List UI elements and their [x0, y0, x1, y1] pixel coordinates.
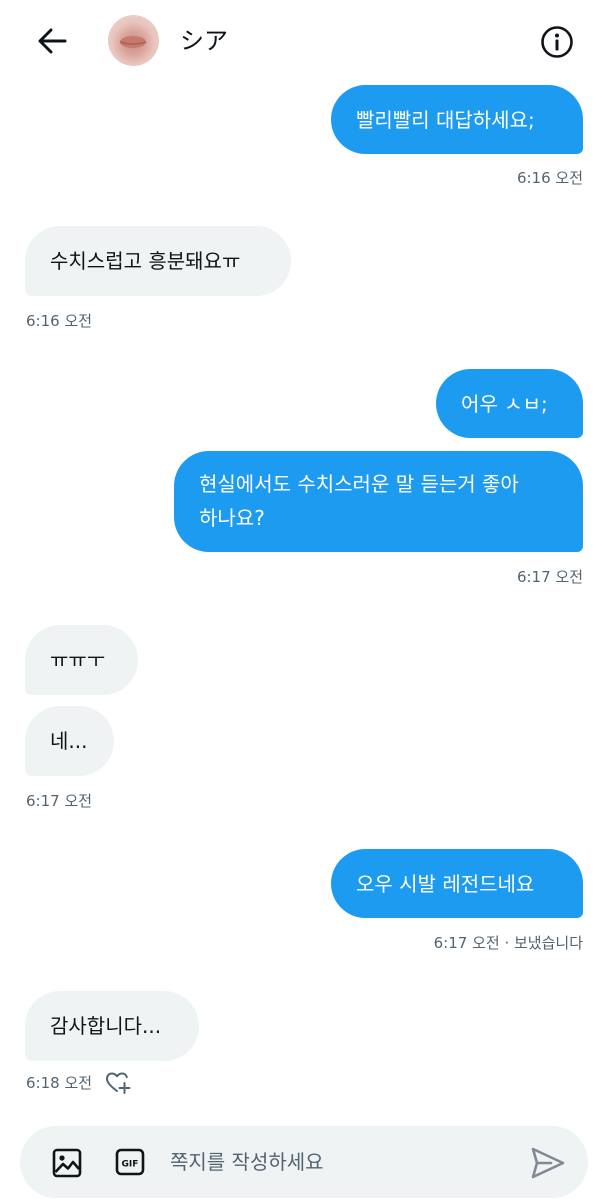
message-bubble-outgoing[interactable]: 어우 ㅅㅂ;: [436, 369, 583, 438]
message-timestamp: 6:17 오전 · 보냈습니다: [433, 934, 583, 952]
back-button[interactable]: [30, 22, 74, 60]
message-input[interactable]: [170, 1140, 510, 1184]
message-bubble-outgoing[interactable]: 오우 시발 레전드네요: [331, 849, 583, 918]
send-button[interactable]: [530, 1146, 566, 1180]
send-icon: [531, 1147, 565, 1179]
message-bubble-incoming[interactable]: 수치스럽고 흥분돼요ㅠ: [25, 226, 291, 296]
add-gif-button[interactable]: GIF: [115, 1148, 145, 1176]
message-timestamp: 6:17 오전: [26, 792, 93, 810]
gif-icon: GIF: [115, 1148, 145, 1176]
arrow-left-icon: [38, 28, 67, 54]
message-timestamp: 6:16 오전: [26, 312, 93, 330]
add-photo-button[interactable]: [51, 1147, 83, 1179]
message-timestamp: 6:17 오전: [516, 568, 583, 586]
message-timestamp: 6:18 오전: [26, 1074, 93, 1092]
image-icon: [52, 1148, 82, 1178]
message-composer: GIF: [20, 1126, 588, 1198]
message-bubble-outgoing[interactable]: 현실에서도 수치스러운 말 듣는거 좋아 하나요?: [174, 451, 583, 552]
add-reaction-button[interactable]: [105, 1071, 131, 1095]
avatar[interactable]: [108, 15, 159, 66]
info-circle-icon: [541, 26, 573, 58]
message-bubble-incoming[interactable]: 네...: [25, 706, 114, 776]
message-timestamp: 6:16 오전: [516, 169, 583, 187]
heart-plus-icon: [106, 1072, 131, 1094]
conversation-info-button[interactable]: [536, 21, 578, 63]
svg-text:GIF: GIF: [122, 1160, 139, 1170]
message-bubble-incoming[interactable]: ㅠㅠㅜ: [25, 625, 138, 695]
contact-name[interactable]: シア: [180, 24, 228, 58]
conversation-header: シア: [0, 0, 608, 82]
message-bubble-incoming[interactable]: 감사합니다...: [25, 991, 199, 1061]
message-bubble-outgoing[interactable]: 빨리빨리 대답하세요;: [331, 85, 583, 154]
